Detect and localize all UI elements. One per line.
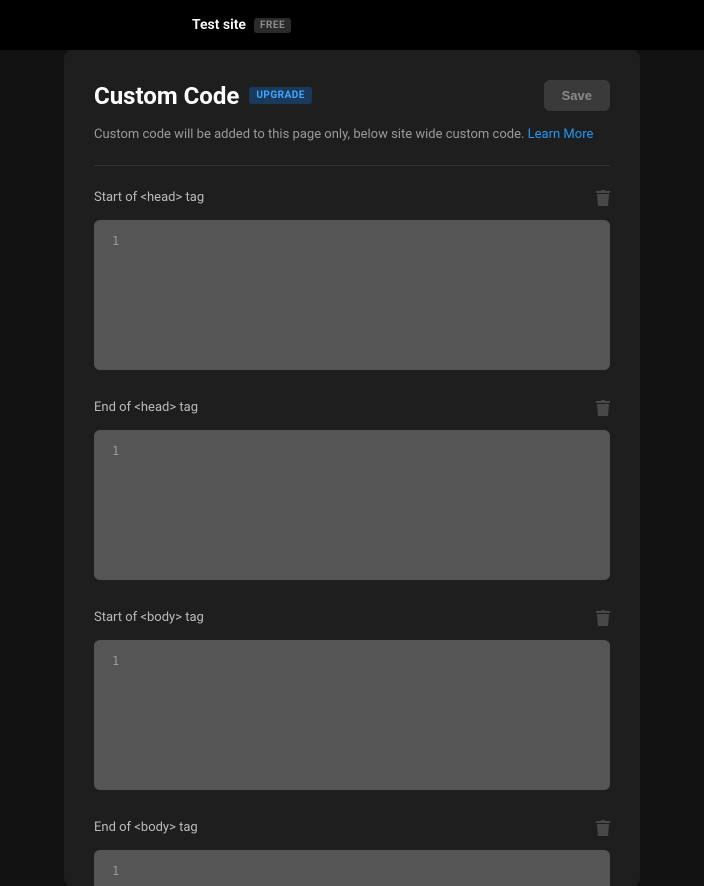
code-label: Start of <body> tag (94, 610, 204, 625)
code-label: End of <head> tag (94, 400, 198, 415)
code-input-body-end[interactable] (130, 864, 592, 886)
divider (94, 165, 610, 166)
title-group: Custom Code UPGRADE (94, 82, 312, 110)
code-label: End of <body> tag (94, 820, 198, 835)
line-number: 1 (112, 234, 119, 248)
code-input-head-end[interactable] (130, 444, 592, 566)
content-wrapper: Custom Code UPGRADE Save Custom code wil… (0, 50, 704, 886)
panel-header: Custom Code UPGRADE Save (94, 80, 610, 111)
site-title: Test site (192, 17, 246, 33)
code-section-head-start: Start of <head> tag 1 (94, 190, 610, 370)
code-editor-head-end[interactable]: 1 (94, 430, 610, 580)
code-section-header: Start of <body> tag (94, 610, 610, 626)
topbar: Test site FREE (0, 0, 704, 50)
code-editor-body-end[interactable]: 1 (94, 850, 610, 886)
panel-title: Custom Code (94, 82, 239, 110)
code-editor-body-start[interactable]: 1 (94, 640, 610, 790)
code-section-head-end: End of <head> tag 1 (94, 400, 610, 580)
trash-icon[interactable] (596, 190, 610, 206)
trash-icon[interactable] (596, 400, 610, 416)
trash-icon[interactable] (596, 820, 610, 836)
save-button[interactable]: Save (544, 80, 610, 111)
plan-badge: FREE (254, 18, 291, 33)
upgrade-badge[interactable]: UPGRADE (249, 87, 312, 104)
line-number: 1 (112, 444, 119, 458)
trash-icon[interactable] (596, 610, 610, 626)
panel-description: Custom code will be added to this page o… (94, 125, 610, 145)
code-section-body-start: Start of <body> tag 1 (94, 610, 610, 790)
line-number: 1 (112, 654, 119, 668)
description-text: Custom code will be added to this page o… (94, 127, 528, 142)
code-editor-head-start[interactable]: 1 (94, 220, 610, 370)
learn-more-link[interactable]: Learn More (528, 127, 594, 142)
code-section-body-end: End of <body> tag 1 (94, 820, 610, 886)
code-input-head-start[interactable] (130, 234, 592, 356)
line-number: 1 (112, 864, 119, 878)
code-input-body-start[interactable] (130, 654, 592, 776)
code-section-header: End of <body> tag (94, 820, 610, 836)
custom-code-panel: Custom Code UPGRADE Save Custom code wil… (64, 50, 640, 886)
code-section-header: End of <head> tag (94, 400, 610, 416)
code-section-header: Start of <head> tag (94, 190, 610, 206)
code-label: Start of <head> tag (94, 190, 204, 205)
